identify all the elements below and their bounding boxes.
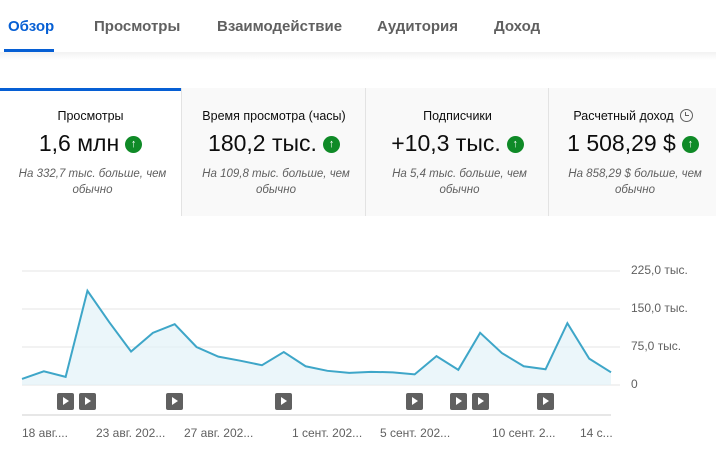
x-tick-label: 5 сент. 202...: [380, 426, 451, 440]
metric-label: Время просмотра (часы): [202, 109, 346, 123]
area-fill: [22, 290, 611, 385]
clock-icon[interactable]: [679, 109, 693, 122]
tab-bar: Обзор Просмотры Взаимодействие Аудитория…: [0, 0, 716, 53]
x-tick-label: 1 сент. 202...: [292, 426, 363, 440]
tab-audience[interactable]: Аудитория: [377, 18, 458, 35]
video-play-icon[interactable]: [166, 393, 184, 410]
y-tick-label: 225,0 тыс.: [631, 263, 688, 277]
metric-value: +10,3 тыс.: [391, 130, 501, 156]
arrow-up-icon: ↑: [681, 136, 699, 153]
tab-engagement[interactable]: Взаимодействие: [217, 18, 342, 35]
arrow-up-icon: ↑: [322, 136, 340, 153]
metric-label: Расчетный доход: [573, 109, 674, 123]
metric-note: На 332,7 тыс. больше, чем обычно: [18, 168, 167, 196]
metric-card-views[interactable]: Просмотры 1,6 млн ↑ На 332,7 тыс. больше,…: [0, 88, 181, 216]
metric-label: Просмотры: [57, 109, 124, 123]
arrow-up-icon: ↑: [506, 136, 524, 153]
x-tick-label: 14 с...: [580, 426, 613, 440]
metric-value-row: 180,2 тыс. ↑: [182, 130, 366, 157]
tab-overview[interactable]: Обзор: [8, 18, 54, 35]
x-tick-label: 23 авг. 202...: [96, 426, 166, 440]
active-card-indicator: [0, 88, 181, 91]
y-tick-label: 0: [631, 377, 638, 391]
views-chart[interactable]: 225,0 тыс. 150,0 тыс. 75,0 тыс. 0 18 авг...…: [0, 255, 716, 465]
metric-card-subscribers[interactable]: Подписчики +10,3 тыс. ↑ На 5,4 тыс. больш…: [365, 88, 549, 216]
metric-card-watch-time[interactable]: Время просмотра (часы) 180,2 тыс. ↑ На 10…: [181, 88, 366, 216]
tabs-shadow: [0, 52, 716, 60]
metric-value: 180,2 тыс.: [208, 130, 317, 156]
video-play-icon[interactable]: [406, 393, 424, 410]
x-tick-label: 18 авг....: [22, 426, 68, 440]
tab-revenue[interactable]: Доход: [494, 18, 540, 35]
video-play-icon[interactable]: [537, 393, 555, 410]
video-play-icon[interactable]: [275, 393, 293, 410]
metric-label-row: Расчетный доход: [549, 109, 716, 123]
y-tick-label: 75,0 тыс.: [631, 339, 682, 353]
metric-cards: Просмотры 1,6 млн ↑ На 332,7 тыс. больше,…: [0, 88, 716, 216]
metric-value-row: 1,6 млн ↑: [0, 130, 181, 157]
x-tick-label: 10 сент. 2...: [492, 426, 556, 440]
metric-value: 1 508,29 $: [567, 130, 676, 156]
metric-value-row: 1 508,29 $ ↑: [549, 130, 716, 157]
tab-views[interactable]: Просмотры: [94, 18, 180, 35]
metric-note: На 5,4 тыс. больше, чем обычно: [392, 168, 527, 196]
arrow-up-icon: ↑: [125, 136, 143, 153]
video-play-icon[interactable]: [471, 393, 489, 410]
video-play-icon[interactable]: [78, 393, 96, 410]
video-play-icon[interactable]: [57, 393, 75, 410]
x-tick-label: 27 авг. 202...: [184, 426, 254, 440]
metric-note: На 858,29 $ больше, чем обычно: [568, 168, 702, 196]
metric-note: На 109,8 тыс. больше, чем обычно: [202, 168, 350, 196]
metric-card-revenue[interactable]: Расчетный доход 1 508,29 $ ↑ На 858,29 $ …: [548, 88, 716, 216]
y-tick-label: 150,0 тыс.: [631, 301, 688, 315]
metric-label: Подписчики: [423, 109, 492, 123]
metric-value-row: +10,3 тыс. ↑: [366, 130, 549, 157]
metric-value: 1,6 млн: [38, 130, 120, 156]
video-play-icon[interactable]: [449, 393, 467, 410]
